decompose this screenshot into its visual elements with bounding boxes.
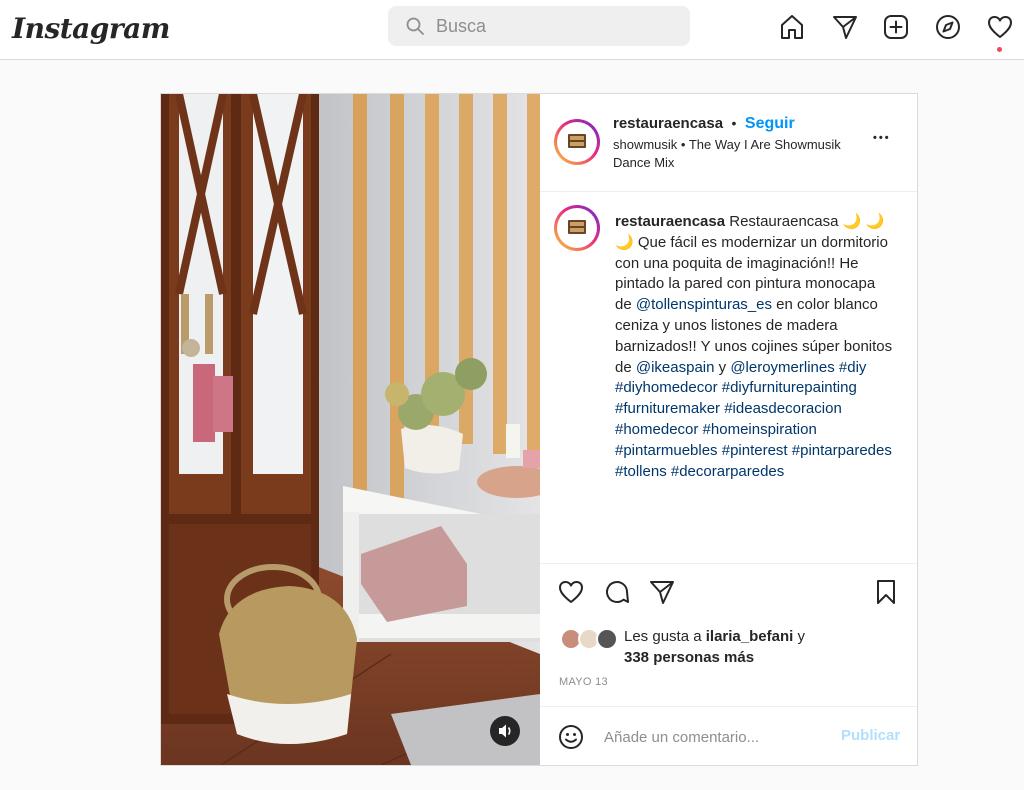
home-icon[interactable] <box>778 13 806 41</box>
caption-section: restauraencasa Restauraencasa 🌙 🌙 🌙 Que … <box>540 192 917 564</box>
post-header: restauraencasa • Seguir showmusik • The … <box>540 94 917 192</box>
post-date[interactable]: MAYO 13 <box>559 676 608 688</box>
add-comment-bar: Publicar <box>540 706 917 765</box>
liker-username[interactable]: ilaria_befani <box>706 628 794 645</box>
likes-count-link[interactable]: 338 personas más <box>624 649 754 666</box>
explore-icon[interactable] <box>934 13 962 41</box>
caption-username[interactable]: restauraencasa <box>615 213 725 230</box>
top-navigation-bar: Instagram <box>0 0 1024 60</box>
post-video[interactable] <box>161 94 540 765</box>
liker-avatar[interactable] <box>596 628 618 650</box>
emoji-icon[interactable] <box>558 724 584 750</box>
author-logo-icon <box>568 134 586 148</box>
mention-ikeaspain[interactable]: @ikeaspain <box>636 359 715 376</box>
instagram-logo[interactable]: Instagram <box>12 12 170 45</box>
comment-input[interactable] <box>604 717 824 757</box>
mention-leroymerlines[interactable]: @leroymerlines <box>730 359 834 376</box>
share-icon[interactable] <box>648 578 676 606</box>
publish-button[interactable]: Publicar <box>841 727 900 744</box>
likes-summary: Les gusta a ilaria_befani y 338 personas… <box>624 626 805 668</box>
speaker-icon <box>499 724 511 738</box>
heart-icon[interactable] <box>986 13 1014 41</box>
author-logo-icon <box>568 220 586 234</box>
likes-middle: y <box>793 628 805 645</box>
send-icon[interactable] <box>831 13 859 41</box>
caption-hashtags[interactable]: #diy #diyhomedecor #diyfurniturepainting… <box>615 359 892 480</box>
mention-tollenspinturas[interactable]: @tollenspinturas_es <box>636 296 772 313</box>
audio-track-link[interactable]: showmusik • The Way I Are Showmusik Danc… <box>613 136 873 172</box>
post-sidebar: restauraencasa • Seguir showmusik • The … <box>540 94 917 765</box>
search-icon <box>406 17 424 35</box>
caption-author-avatar[interactable] <box>554 205 600 251</box>
save-bookmark-icon[interactable] <box>872 578 900 606</box>
author-avatar[interactable] <box>554 119 600 165</box>
author-username[interactable]: restauraencasa <box>613 115 723 132</box>
notification-dot <box>997 47 1002 52</box>
follow-separator: • <box>731 115 737 131</box>
room-scene-image <box>161 94 540 765</box>
caption-text-3: y <box>714 358 731 376</box>
sound-toggle-button[interactable] <box>490 716 520 746</box>
follow-button[interactable]: Seguir <box>745 115 795 132</box>
more-options-button[interactable]: ••• <box>873 132 891 144</box>
post-caption: restauraencasa Restauraencasa 🌙 🌙 🌙 Que … <box>615 212 895 482</box>
search-box[interactable] <box>388 6 690 46</box>
likes-prefix: Les gusta a <box>624 628 706 645</box>
search-input[interactable] <box>436 6 676 46</box>
new-post-icon[interactable] <box>882 13 910 41</box>
comment-icon[interactable] <box>603 578 631 606</box>
like-heart-icon[interactable] <box>557 578 585 606</box>
post-card: restauraencasa • Seguir showmusik • The … <box>160 93 918 766</box>
